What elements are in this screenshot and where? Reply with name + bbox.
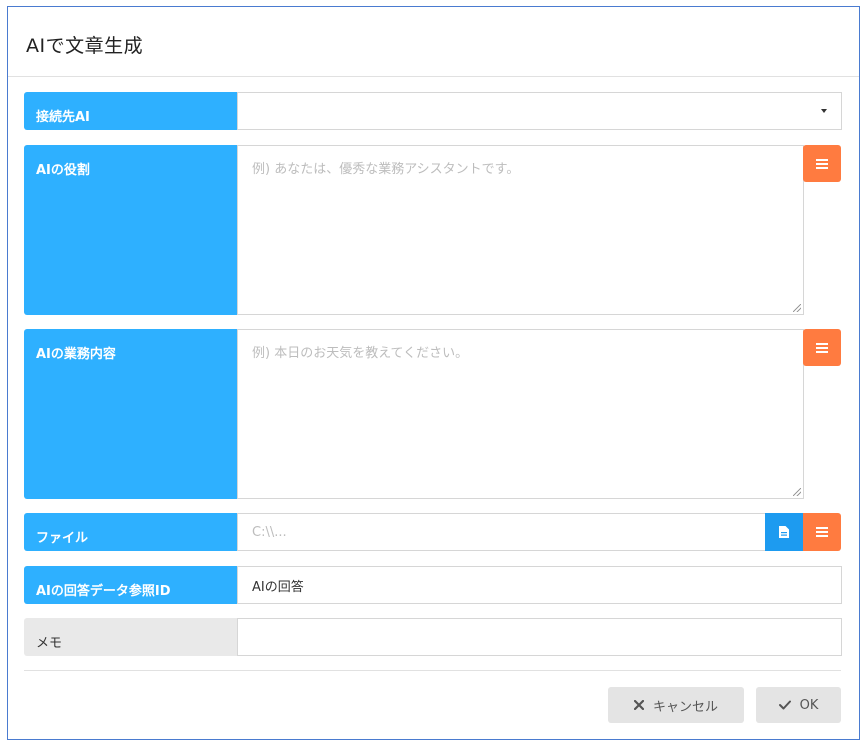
ai-answer-ref-label: AIの回答データ参照ID bbox=[24, 566, 237, 604]
file-path-input[interactable]: C:\\... bbox=[237, 513, 766, 551]
check-icon bbox=[778, 700, 791, 710]
footer-divider bbox=[24, 670, 841, 671]
ai-role-placeholder: 例) あなたは、優秀な業務アシスタントです。 bbox=[252, 162, 520, 177]
cancel-button-label: キャンセル bbox=[652, 699, 718, 715]
list-icon bbox=[816, 527, 828, 537]
ai-task-placeholder: 例) 本日のお天気を教えてください。 bbox=[252, 346, 469, 361]
x-icon bbox=[633, 700, 644, 710]
memo-label: メモ bbox=[24, 618, 237, 656]
ai-role-textarea[interactable]: 例) あなたは、優秀な業務アシスタントです。 bbox=[237, 145, 804, 315]
ai-task-menu-button[interactable] bbox=[803, 329, 841, 366]
list-icon bbox=[816, 342, 828, 353]
ai-text-generation-dialog: AIで文章生成 接続先AI AIの役割 例) あなたは、優秀な業務アシスタントで… bbox=[7, 6, 860, 740]
list-icon bbox=[816, 158, 828, 169]
cancel-button[interactable]: キャンセル bbox=[608, 687, 744, 723]
ai-task-label: AIの業務内容 bbox=[24, 329, 237, 499]
ai-role-label: AIの役割 bbox=[24, 145, 237, 315]
ok-button-label: OK bbox=[799, 697, 819, 713]
file-menu-button[interactable] bbox=[803, 513, 841, 551]
ai-connection-select[interactable] bbox=[237, 92, 842, 130]
dialog-title: AIで文章生成 bbox=[26, 35, 144, 57]
ai-task-textarea[interactable]: 例) 本日のお天気を教えてください。 bbox=[237, 329, 804, 499]
ok-button[interactable]: OK bbox=[756, 687, 841, 723]
file-label: ファイル bbox=[24, 513, 237, 551]
ai-answer-ref-value: AIの回答 bbox=[252, 579, 304, 595]
document-icon bbox=[779, 526, 789, 538]
memo-input[interactable] bbox=[237, 618, 842, 656]
ai-answer-ref-input[interactable]: AIの回答 bbox=[237, 566, 842, 604]
resize-handle-icon[interactable] bbox=[793, 488, 801, 496]
file-select-button[interactable] bbox=[765, 513, 803, 551]
chevron-down-icon bbox=[821, 109, 827, 113]
ai-role-menu-button[interactable] bbox=[803, 145, 841, 182]
file-path-placeholder: C:\\... bbox=[252, 524, 287, 540]
ai-connection-label: 接続先AI bbox=[24, 92, 237, 130]
resize-handle-icon[interactable] bbox=[793, 304, 801, 312]
title-divider bbox=[8, 76, 859, 77]
